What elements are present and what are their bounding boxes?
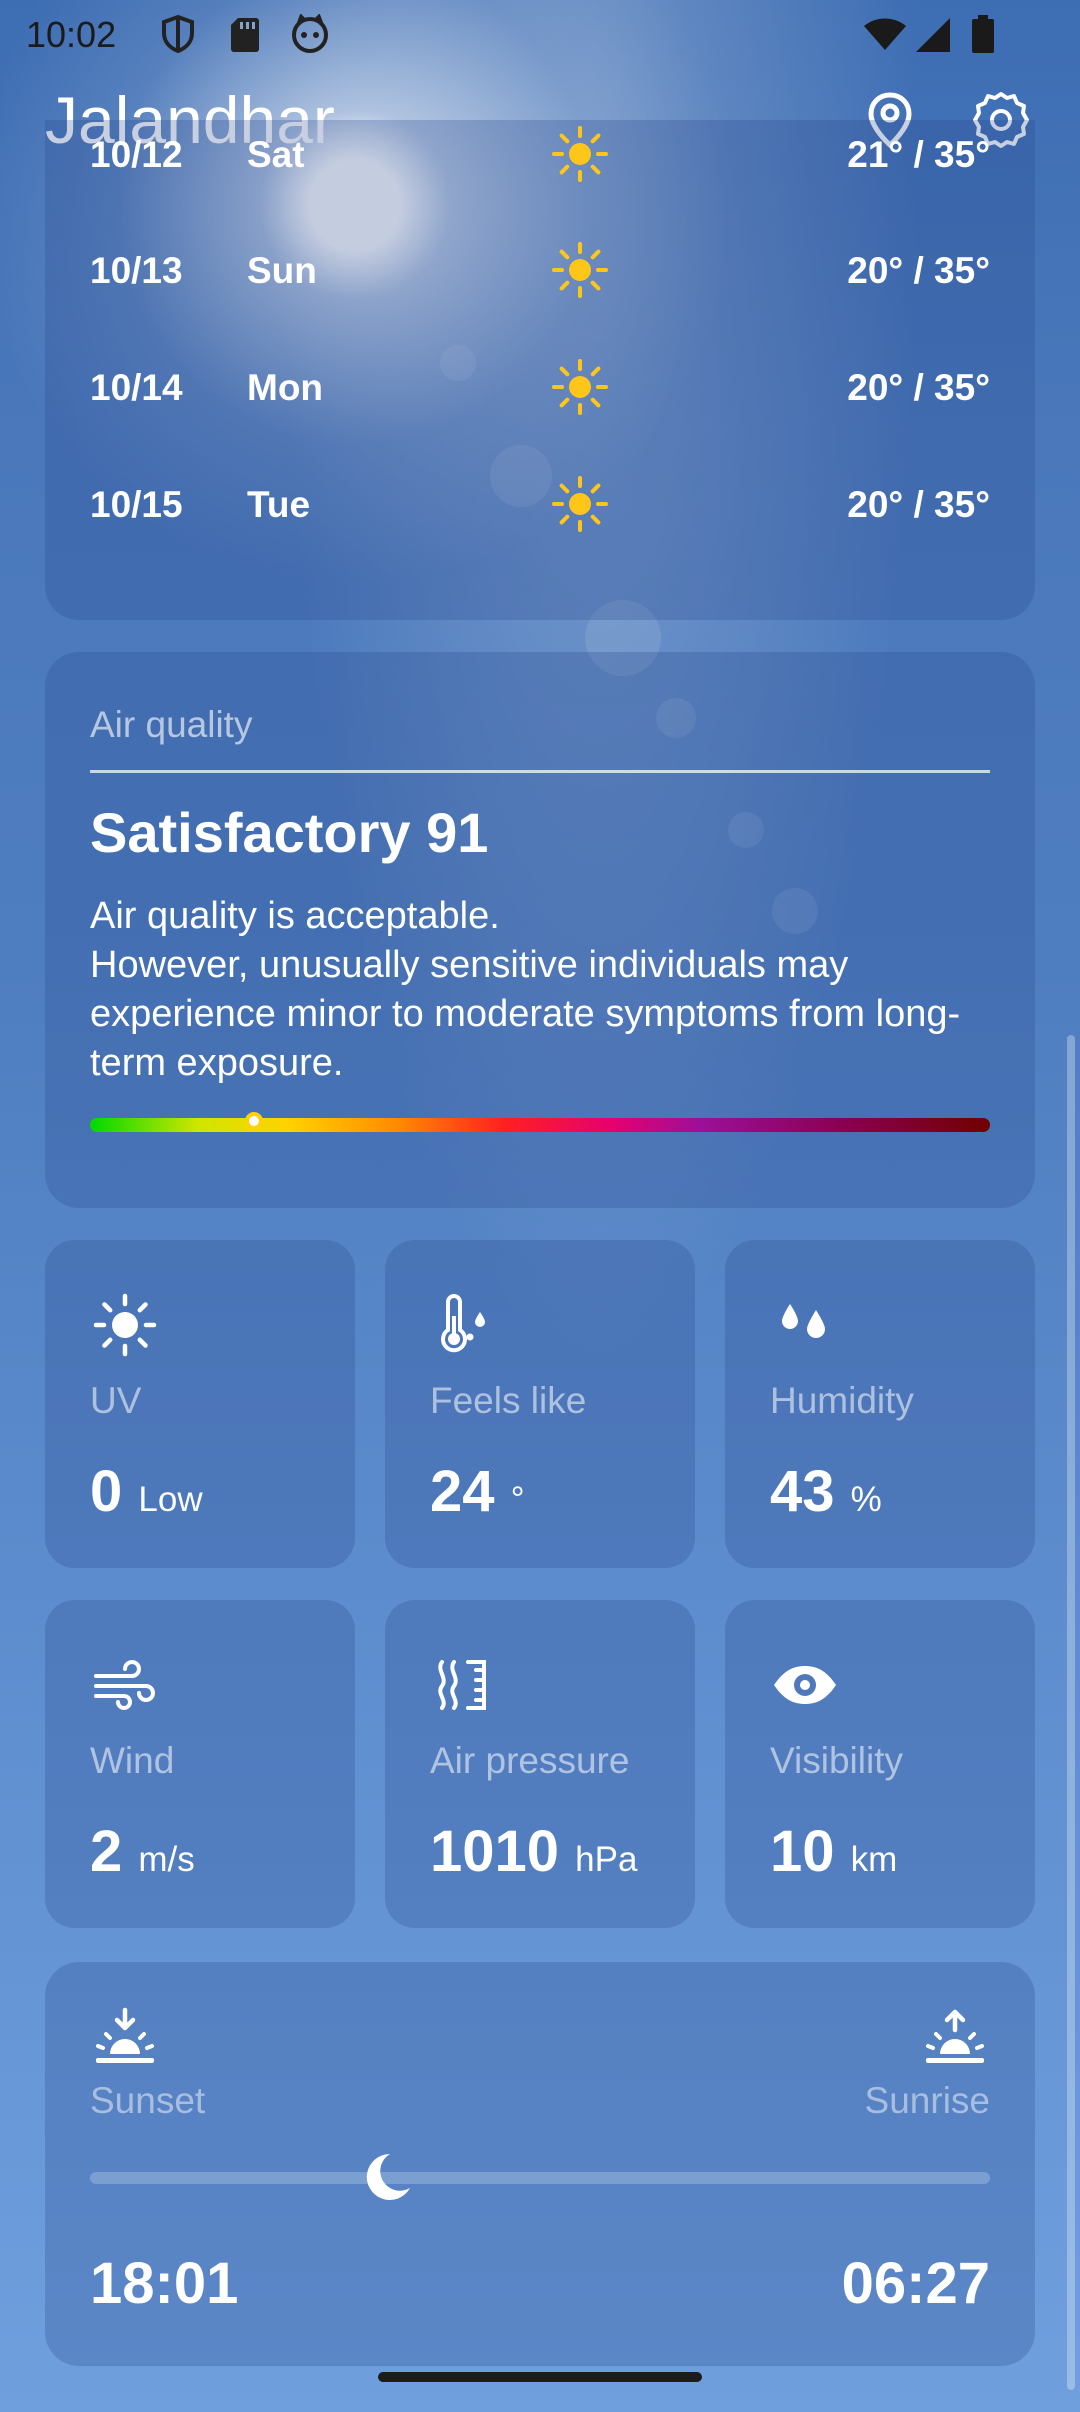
- forecast-row[interactable]: 10/12 Sat 21° / 35°: [45, 120, 1035, 194]
- feels-like-value: 24 °: [430, 1458, 525, 1525]
- wind-tile[interactable]: Wind 2 m/s: [45, 1600, 355, 1928]
- cellular-signal-icon: [912, 14, 952, 59]
- air-quality-card[interactable]: Air quality Satisfactory 91 Air quality …: [45, 652, 1035, 1208]
- visibility-unit: km: [850, 1840, 898, 1879]
- sun-icon: [552, 126, 608, 182]
- humidity-label: Humidity: [770, 1380, 914, 1421]
- air-pressure-value: 1010 hPa: [430, 1818, 637, 1885]
- visibility-number: 10: [770, 1819, 835, 1884]
- eye-icon: [774, 1666, 836, 1704]
- wifi-icon: [862, 14, 908, 59]
- wind-number: 2: [90, 1819, 123, 1884]
- divider: [90, 770, 990, 773]
- wind-value: 2 m/s: [90, 1818, 195, 1885]
- sunset-label: Sunset: [90, 2080, 206, 2121]
- forecast-temp: 20° / 35°: [847, 367, 990, 408]
- water-drops-icon: [782, 1304, 825, 1338]
- humidity-value: 43 %: [770, 1458, 882, 1525]
- uv-unit: Low: [138, 1480, 203, 1519]
- sunrise-icon: [926, 2009, 984, 2063]
- forecast-date: 10/12: [90, 134, 183, 175]
- sunrise-sunset-card[interactable]: Sunset Sunrise 18:01 06:27: [45, 1962, 1035, 2366]
- forecast-date: 10/14: [90, 367, 183, 408]
- scrollbar[interactable]: [1067, 1035, 1075, 2390]
- air-quality-scale: [90, 1112, 990, 1132]
- forecast-date: 10/13: [90, 250, 183, 291]
- air-quality-line2: However, unusually sensitive individuals…: [90, 944, 961, 1084]
- sunrise-time: 06:27: [841, 2251, 990, 2316]
- feels-like-label: Feels like: [430, 1380, 587, 1421]
- cat-face-icon: [290, 13, 330, 59]
- air-pressure-label: Air pressure: [430, 1740, 630, 1781]
- humidity-number: 43: [770, 1459, 835, 1524]
- forecast-row[interactable]: 10/15 Tue 20° / 35°: [45, 464, 1035, 544]
- forecast-day: Mon: [247, 367, 324, 408]
- forecast-row[interactable]: 10/14 Mon 20° / 35°: [45, 347, 1035, 427]
- wind-unit: m/s: [138, 1840, 195, 1879]
- air-quality-description: Air quality is acceptable. However, unus…: [90, 892, 1000, 1088]
- moon-icon: [366, 2153, 410, 2200]
- sun-icon: [552, 359, 608, 415]
- feels-like-unit: °: [510, 1480, 525, 1519]
- sunrise-label: Sunrise: [864, 2080, 990, 2121]
- air-quality-title: Air quality: [90, 704, 253, 745]
- night-progress-track: [90, 2172, 990, 2184]
- shield-icon: [160, 14, 196, 59]
- daily-forecast-card: 10/12 Sat 21° / 35° 10/13 Sun 20° / 35° …: [45, 120, 1035, 620]
- forecast-day: Sun: [247, 250, 317, 291]
- sun-icon: [552, 242, 608, 298]
- status-bar: 10:02: [0, 0, 1080, 70]
- forecast-day: Sat: [247, 134, 305, 175]
- air-pressure-icon: [438, 1660, 486, 1710]
- wind-label: Wind: [90, 1740, 175, 1781]
- forecast-row[interactable]: 10/13 Sun 20° / 35°: [45, 230, 1035, 310]
- forecast-temp: 21° / 35°: [847, 134, 990, 175]
- air-quality-line1: Air quality is acceptable.: [90, 895, 500, 937]
- status-time: 10:02: [26, 14, 117, 55]
- air-pressure-number: 1010: [430, 1819, 560, 1884]
- humidity-tile[interactable]: Humidity 43 %: [725, 1240, 1035, 1568]
- sunset-icon: [96, 2007, 154, 2063]
- uv-tile[interactable]: UV 0 Low: [45, 1240, 355, 1568]
- forecast-temp: 20° / 35°: [847, 484, 990, 525]
- air-quality-level: Satisfactory 91: [90, 801, 489, 864]
- forecast-date: 10/15: [90, 484, 183, 525]
- feels-like-number: 24: [430, 1459, 495, 1524]
- battery-icon: [970, 14, 996, 59]
- wind-icon: [94, 1660, 155, 1710]
- air-quality-indicator: [244, 1112, 263, 1130]
- visibility-value: 10 km: [770, 1818, 897, 1885]
- visibility-label: Visibility: [770, 1740, 903, 1781]
- humidity-unit: %: [850, 1480, 882, 1519]
- visibility-tile[interactable]: Visibility 10 km: [725, 1600, 1035, 1928]
- home-indicator[interactable]: [378, 2372, 702, 2382]
- uv-value: 0 Low: [90, 1458, 203, 1525]
- sunset-time: 18:01: [90, 2251, 239, 2316]
- uv-number: 0: [90, 1459, 123, 1524]
- sun-icon: [93, 1293, 157, 1357]
- sd-card-icon: [228, 14, 262, 59]
- feels-like-tile[interactable]: Feels like 24 °: [385, 1240, 695, 1568]
- air-pressure-tile[interactable]: Air pressure 1010 hPa: [385, 1600, 695, 1928]
- forecast-day: Tue: [247, 484, 311, 525]
- uv-label: UV: [90, 1380, 142, 1421]
- sun-icon: [552, 476, 608, 532]
- forecast-temp: 20° / 35°: [847, 250, 990, 291]
- thermometer-icon: [441, 1294, 485, 1353]
- air-pressure-unit: hPa: [575, 1840, 638, 1879]
